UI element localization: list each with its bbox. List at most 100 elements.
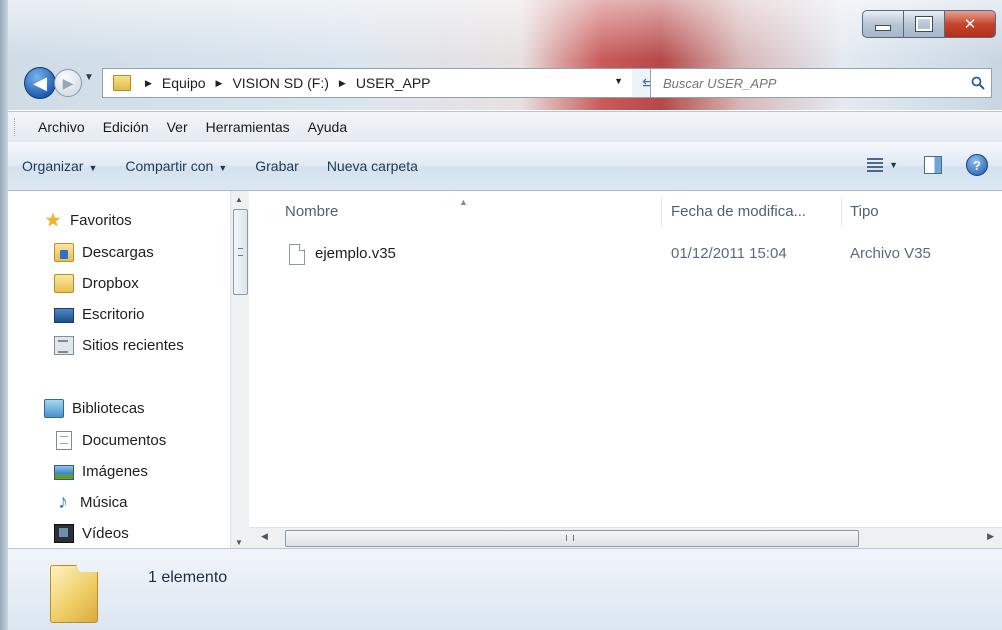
breadcrumb-folder[interactable]: USER_APP — [354, 75, 433, 91]
menu-grip — [14, 118, 21, 136]
minimize-icon — [875, 25, 891, 31]
nav-label: Sitios recientes — [82, 336, 184, 354]
new-folder-button[interactable]: Nueva carpeta — [313, 158, 432, 174]
nav-item-descargas[interactable]: Descargas — [54, 240, 154, 264]
explorer-window: ✕ ◀ ▶ ▼ ▶ Equipo ▶ VISION SD (F:) ▶ USER… — [0, 0, 1002, 630]
help-icon[interactable]: ? — [966, 154, 988, 176]
folder-icon — [54, 273, 74, 293]
forward-arrow-icon: ▶ — [62, 74, 74, 91]
search-input[interactable] — [661, 74, 965, 92]
file-type: Archivo V35 — [850, 245, 931, 262]
scroll-down-icon[interactable]: ▼ — [235, 538, 243, 547]
details-pane: 1 elemento — [8, 548, 1002, 630]
pictures-icon — [54, 464, 74, 480]
chevron-down-icon: ▼ — [84, 72, 94, 83]
command-bar: Organizar ▼ Compartir con ▼ Grabar Nueva c… — [8, 142, 1002, 191]
file-modified: 01/12/2011 15:04 — [671, 245, 787, 262]
downloads-folder-icon — [54, 242, 74, 262]
column-header-modified[interactable]: Fecha de modifica... — [671, 203, 806, 220]
nav-label: Imágenes — [82, 462, 148, 480]
close-button[interactable]: ✕ — [944, 10, 996, 38]
sort-ascending-icon: ▲ — [459, 197, 468, 207]
menu-edicion[interactable]: Edición — [94, 119, 158, 135]
scroll-left-icon[interactable]: ◀ — [261, 531, 268, 542]
item-count: 1 elemento — [148, 569, 228, 586]
minimize-button[interactable] — [862, 10, 904, 38]
nav-label: Bibliotecas — [72, 399, 145, 417]
recent-places-icon — [54, 335, 74, 355]
burn-button[interactable]: Grabar — [241, 158, 313, 174]
nav-vertical-scrollbar[interactable]: ▲ ▼ — [230, 191, 249, 551]
recent-pages-button[interactable]: ▼ — [84, 72, 94, 83]
share-label: Compartir con — [125, 158, 214, 174]
file-icon — [289, 244, 305, 265]
menu-archivo[interactable]: Archivo — [29, 119, 94, 135]
folder-icon — [50, 565, 98, 623]
view-dropdown-icon[interactable]: ▼ — [889, 160, 898, 170]
music-icon: ♪ — [58, 490, 68, 513]
nav-item-dropbox[interactable]: Dropbox — [54, 271, 139, 295]
nav-label: Vídeos — [82, 524, 129, 542]
maximize-button[interactable] — [903, 10, 945, 38]
breadcrumb-equipo[interactable]: Equipo — [160, 75, 208, 91]
file-row[interactable]: ejemplo.v35 01/12/2011 15:04 Archivo V35 — [285, 241, 1001, 269]
libraries-icon — [44, 398, 64, 418]
menu-bar: Archivo Edición Ver Herramientas Ayuda — [8, 111, 1002, 143]
nav-item-escritorio[interactable]: Escritorio — [54, 302, 145, 326]
menu-ver[interactable]: Ver — [158, 119, 197, 135]
file-list: ▲ Nombre Fecha de modifica... Tipo ejemp… — [249, 191, 1002, 527]
nav-label: Escritorio — [82, 305, 145, 323]
nav-favorites[interactable]: ★ Favoritos — [44, 208, 132, 232]
back-button[interactable]: ◀ — [24, 67, 56, 99]
chevron-down-icon: ▼ — [88, 163, 98, 173]
share-button[interactable]: Compartir con ▼ — [111, 158, 241, 174]
window-frame-left — [0, 0, 8, 630]
nav-item-musica[interactable]: ♪ Música — [54, 490, 128, 514]
desktop-icon — [54, 307, 74, 323]
view-list-icon[interactable] — [867, 158, 884, 172]
breadcrumb-separator-icon[interactable]: ▶ — [145, 78, 152, 89]
forward-button[interactable]: ▶ — [54, 69, 82, 97]
nav-label: Documentos — [82, 431, 167, 449]
nav-item-sitios-recientes[interactable]: Sitios recientes — [54, 333, 184, 357]
star-icon: ★ — [44, 209, 62, 230]
menu-ayuda[interactable]: Ayuda — [299, 119, 356, 135]
breadcrumb-separator-icon[interactable]: ▶ — [216, 78, 223, 89]
scroll-thumb[interactable] — [233, 209, 248, 295]
maximize-icon — [915, 16, 933, 32]
scroll-up-icon[interactable]: ▲ — [235, 195, 243, 204]
breadcrumb-drive[interactable]: VISION SD (F:) — [230, 75, 330, 91]
navigation-pane: ★ Favoritos Descargas Dropbox Escritorio… — [8, 191, 240, 551]
content-horizontal-scrollbar[interactable]: ◀ ▶ — [249, 527, 1002, 548]
menu-herramientas[interactable]: Herramientas — [197, 119, 299, 135]
nav-item-videos[interactable]: Vídeos — [54, 521, 129, 545]
breadcrumb-separator-icon[interactable]: ▶ — [339, 78, 346, 89]
address-dropdown-icon[interactable]: ▼ — [614, 76, 623, 86]
videos-icon — [54, 523, 74, 543]
nav-libraries[interactable]: Bibliotecas — [44, 396, 145, 420]
nav-label: Música — [80, 493, 128, 511]
address-bar[interactable]: ▶ Equipo ▶ VISION SD (F:) ▶ USER_APP ▼ — [102, 68, 634, 98]
nav-label: Descargas — [82, 243, 154, 261]
column-header-type[interactable]: Tipo — [850, 203, 879, 220]
back-arrow-icon: ◀ — [33, 72, 47, 93]
nav-item-imagenes[interactable]: Imágenes — [54, 459, 148, 483]
organize-button[interactable]: Organizar ▼ — [8, 158, 111, 174]
view-controls: ▼ ? — [867, 154, 988, 176]
preview-pane-icon[interactable] — [924, 156, 942, 174]
nav-item-documentos[interactable]: Documentos — [54, 428, 166, 452]
nav-label: Favoritos — [70, 211, 132, 229]
column-divider[interactable] — [841, 197, 842, 227]
caption-buttons: ✕ — [862, 10, 996, 38]
search-box — [650, 68, 992, 98]
scroll-thumb[interactable] — [285, 530, 859, 547]
column-divider[interactable] — [661, 197, 662, 227]
close-icon: ✕ — [963, 16, 977, 33]
folder-icon — [113, 75, 131, 91]
column-header-name[interactable]: Nombre — [285, 203, 338, 220]
organize-label: Organizar — [22, 158, 84, 174]
navigation-row: ◀ ▶ ▼ ▶ Equipo ▶ VISION SD (F:) ▶ USER_A… — [8, 64, 1002, 104]
file-name: ejemplo.v35 — [315, 245, 396, 262]
search-icon[interactable] — [965, 76, 991, 90]
scroll-right-icon[interactable]: ▶ — [987, 531, 994, 542]
